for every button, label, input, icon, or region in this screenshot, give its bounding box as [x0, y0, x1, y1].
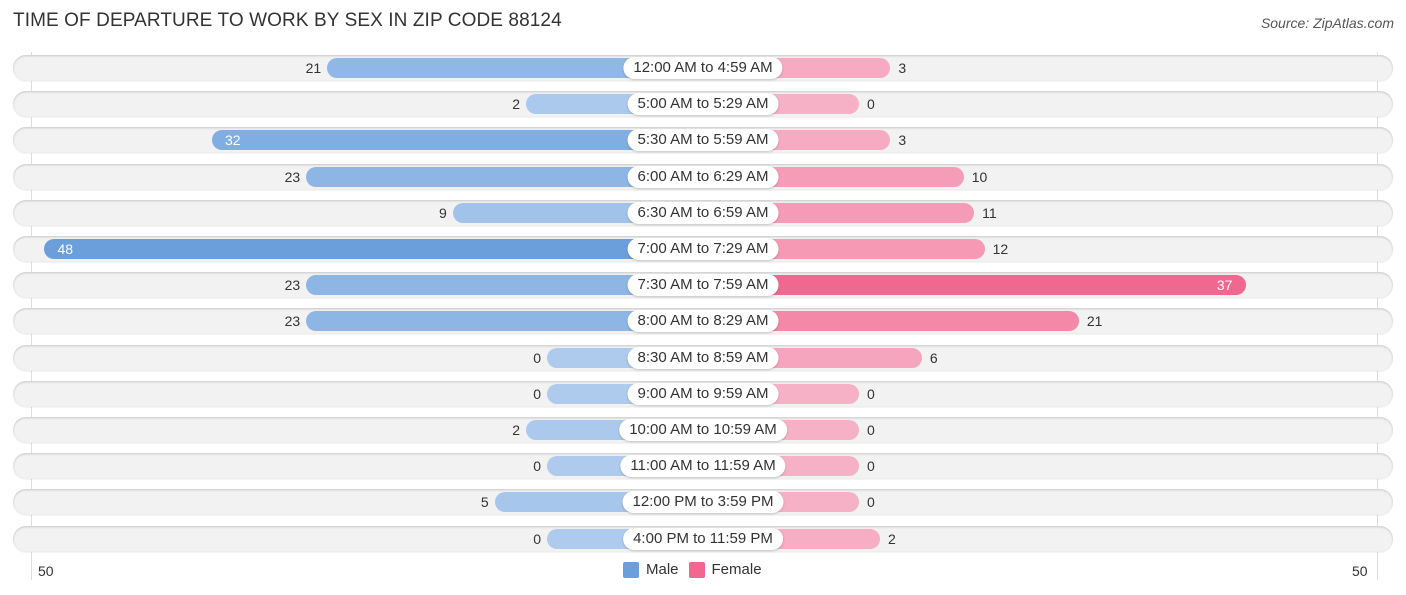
- category-label: 7:30 AM to 7:59 AM: [627, 274, 779, 297]
- value-label-female: 0: [867, 96, 875, 113]
- value-label-male: 32: [224, 132, 241, 149]
- value-label-female: 6: [929, 349, 938, 366]
- category-label: 12:00 PM to 3:59 PM: [622, 491, 784, 514]
- chart-area: 21 3 12:00 AM to 4:59 AM 2 0 5:00 AM to 5:29 …: [0, 0, 1406, 595]
- category-label: 6:30 AM to 6:59 AM: [627, 201, 779, 224]
- value-label-male: 0: [533, 458, 541, 475]
- value-label-female: 37: [1216, 277, 1233, 294]
- value-label-male: 23: [284, 313, 301, 330]
- value-label-male: 0: [533, 530, 541, 547]
- value-label-female: 21: [1086, 313, 1103, 330]
- category-label: 5:00 AM to 5:29 AM: [627, 93, 779, 116]
- category-label: 8:30 AM to 8:59 AM: [627, 346, 779, 369]
- category-label: 11:00 AM to 11:59 AM: [620, 455, 786, 478]
- value-label-female: 3: [898, 60, 907, 76]
- value-label-male: 0: [533, 349, 541, 366]
- value-label-female: 0: [867, 422, 875, 438]
- category-label: 4:00 PM to 11:59 PM: [623, 527, 783, 550]
- category-label: 9:00 AM to 9:59 AM: [627, 382, 779, 405]
- value-label-male: 5: [480, 494, 489, 511]
- value-label-female: 10: [971, 168, 988, 185]
- value-label-male: 9: [438, 204, 447, 221]
- axis-tick-left: 50: [38, 563, 54, 579]
- source-label: Source: ZipAtlas.com: [1260, 15, 1394, 31]
- legend-label-female: Female: [711, 561, 762, 578]
- value-label-male: 2: [512, 96, 521, 113]
- value-label-female: 11: [982, 204, 997, 221]
- bar-female[interactable]: [703, 275, 1247, 296]
- value-label-female: 2: [887, 530, 896, 547]
- legend-item-female[interactable]: Female: [688, 561, 762, 578]
- value-label-female: 0: [867, 385, 875, 402]
- chart-title: TIME OF DEPARTURE TO WORK BY SEX IN ZIP …: [13, 10, 562, 31]
- category-label: 7:00 AM to 7:29 AM: [627, 238, 779, 260]
- axis-tick-right: 50: [1352, 563, 1368, 579]
- legend: Male Female: [623, 561, 772, 578]
- category-label: 5:30 AM to 5:59 AM: [627, 129, 779, 152]
- value-label-female: 3: [898, 132, 907, 149]
- value-label-male: 2: [512, 422, 521, 438]
- legend-swatch-female: [688, 561, 705, 578]
- value-label-male: 0: [533, 385, 541, 402]
- legend-item-male[interactable]: Male: [623, 561, 679, 578]
- category-label: 8:00 AM to 8:29 AM: [627, 310, 779, 333]
- value-label-male: 23: [284, 277, 301, 294]
- value-label-female: 0: [867, 494, 875, 511]
- value-label-male: 23: [284, 168, 301, 185]
- category-label: 6:00 AM to 6:29 AM: [627, 165, 779, 188]
- legend-label-male: Male: [646, 561, 679, 578]
- value-label-male: 21: [305, 60, 322, 76]
- category-label: 12:00 AM to 4:59 AM: [623, 57, 783, 79]
- bar-male[interactable]: [44, 239, 703, 259]
- value-label-female: 12: [992, 241, 1009, 257]
- legend-swatch-male: [623, 561, 639, 578]
- value-label-female: 0: [867, 458, 875, 475]
- value-label-male: 48: [57, 241, 74, 257]
- category-label: 10:00 AM to 10:59 AM: [619, 419, 787, 441]
